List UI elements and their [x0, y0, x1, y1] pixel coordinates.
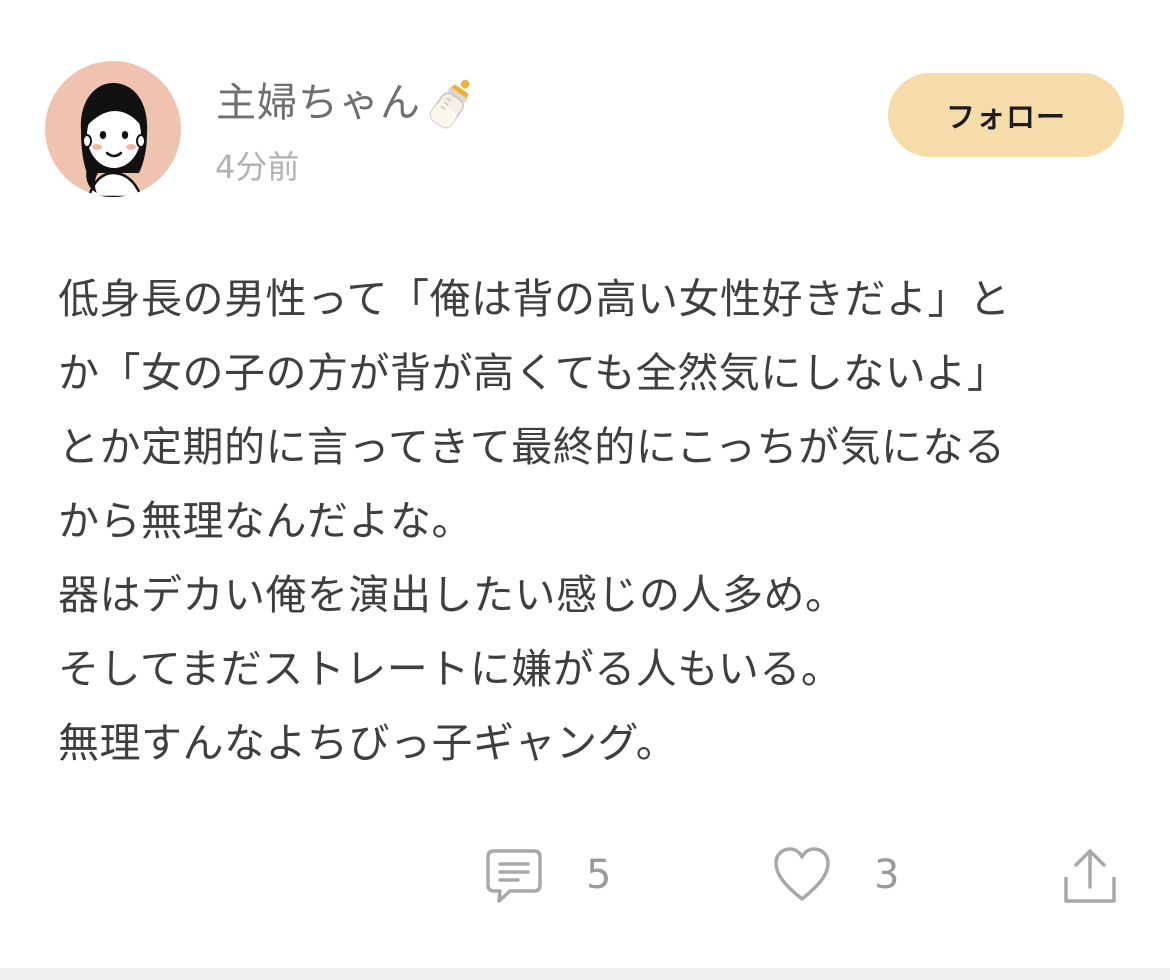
post-body-line: そしてまだストレートに嫌がる人もいる。	[58, 645, 843, 693]
post-body: 低身長の男性って「俺は背の高い女性好きだよ」と か「女の子の方が背が高くても全然…	[58, 262, 1138, 780]
comment-button[interactable]: 5	[484, 840, 611, 910]
post-body-line: か「女の子の方が背が高くても全然気にしないよ」	[58, 349, 1009, 397]
heart-icon	[772, 845, 832, 905]
post-card: 主婦ちゃん 4分前 フォロー 低身長の男性って「俺は背の高い女性好きだよ」と か…	[0, 0, 1170, 968]
post-body-line: から無理なんだよな。	[58, 497, 473, 545]
post-body-line: とか定期的に言ってきて最終的にこっちが気になる	[58, 423, 1006, 471]
avatar[interactable]	[45, 61, 181, 197]
post-body-line: 低身長の男性って「俺は背の高い女性好きだよ」と	[58, 275, 1011, 323]
post-actions: 5 3	[0, 840, 1170, 910]
divider	[0, 968, 1170, 980]
author-row: 主婦ちゃん	[216, 72, 481, 134]
share-icon	[1062, 845, 1118, 905]
author-name[interactable]: 主婦ちゃん	[216, 83, 421, 123]
like-count: 3	[874, 852, 900, 898]
comment-count: 5	[586, 852, 612, 898]
comment-icon	[484, 845, 544, 905]
baby-bottle-icon	[423, 74, 481, 132]
share-button[interactable]	[1062, 840, 1118, 910]
woman-avatar-illustration	[80, 83, 148, 197]
like-button[interactable]: 3	[772, 840, 899, 910]
post-timestamp: 4分前	[215, 148, 300, 186]
post-body-line: 無理すんなよちびっ子ギャング。	[58, 719, 678, 767]
post-body-line: 器はデカい俺を演出したい感じの人多め。	[58, 571, 847, 619]
follow-button[interactable]: フォロー	[888, 73, 1124, 157]
